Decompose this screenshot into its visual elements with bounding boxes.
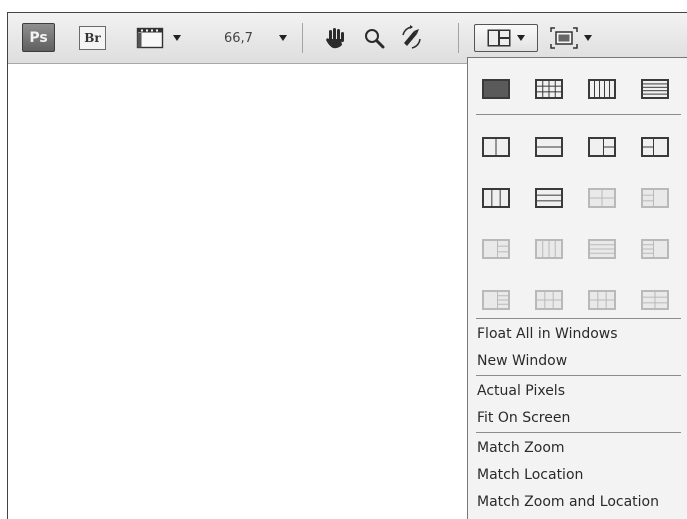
menu-item-fit-on-screen[interactable]: Fit On Screen [477,408,570,428]
panel-divider [476,114,681,115]
menu-item-float-all-in-windows[interactable]: Float All in Windows [477,324,618,344]
chevron-down-icon [279,35,287,41]
6-up-grid-icon [535,290,563,310]
menu-item-match-location[interactable]: Match Location [477,465,583,485]
menu-item-match-zoom-and-location[interactable]: Match Zoom and Location [477,492,659,512]
arrange-documents-icon [487,29,511,47]
4-up-left-icon [482,239,510,259]
panel-divider [476,318,681,319]
grid-layout-icon[interactable] [535,79,563,99]
rotate-view-tool-button[interactable] [400,23,424,53]
toolbar-divider [458,23,459,53]
menu-item-actual-pixels[interactable]: Actual Pixels [477,381,565,401]
single-layout-icon[interactable] [482,79,510,99]
arrange-documents-panel: Float All in Windows New Window Actual P… [467,57,687,519]
rows-layout-icon[interactable] [641,79,669,99]
zoom-level-field[interactable]: 66,7 [224,23,253,53]
window-left-border [7,12,8,519]
2-up-vertical-icon[interactable] [482,137,510,157]
multi-up-layout-grid [482,137,669,310]
chevron-down-icon [173,35,181,41]
zoom-level-dropdown[interactable] [279,23,287,53]
4-up-vertical-icon [535,239,563,259]
menu-item-match-zoom[interactable]: Match Zoom [477,438,565,458]
3-up-right-icon[interactable] [641,137,669,157]
5-up-left-icon [482,290,510,310]
zoom-tool-button[interactable] [363,23,385,53]
3-up-left-icon[interactable] [588,137,616,157]
photoshop-logo-button[interactable]: Ps [22,23,55,52]
app-badge-label: Ps [29,29,48,46]
3-up-horizontal-icon[interactable] [535,188,563,208]
4-up-right-icon [641,188,669,208]
launch-bridge-button[interactable]: Br [79,26,106,50]
chevron-down-icon [584,35,592,41]
bridge-badge-label: Br [84,31,101,45]
6-up-wide-icon [588,290,616,310]
magnifier-icon [365,29,385,49]
screen-mode-button[interactable] [550,23,592,53]
basic-layout-grid [482,79,669,99]
6-up-mixed-icon [641,290,669,310]
chevron-down-icon [517,35,525,41]
panel-divider [476,432,681,433]
3-up-vertical-icon[interactable] [482,188,510,208]
hand-icon [326,28,344,49]
arrange-documents-button[interactable] [474,24,538,52]
view-extras-dropdown[interactable] [136,23,181,53]
2-up-horizontal-icon[interactable] [535,137,563,157]
rotate-view-icon [402,25,421,49]
panel-divider [476,375,681,376]
5-up-right-icon [641,239,669,259]
view-extras-icon [136,27,164,49]
4-up-horizontal-icon [588,239,616,259]
columns-layout-icon[interactable] [588,79,616,99]
screen-mode-icon [550,27,578,49]
toolbar-divider [302,23,303,53]
menu-item-new-window[interactable]: New Window [477,351,567,371]
hand-tool-button[interactable] [324,23,346,53]
4-up-grid-icon [588,188,616,208]
